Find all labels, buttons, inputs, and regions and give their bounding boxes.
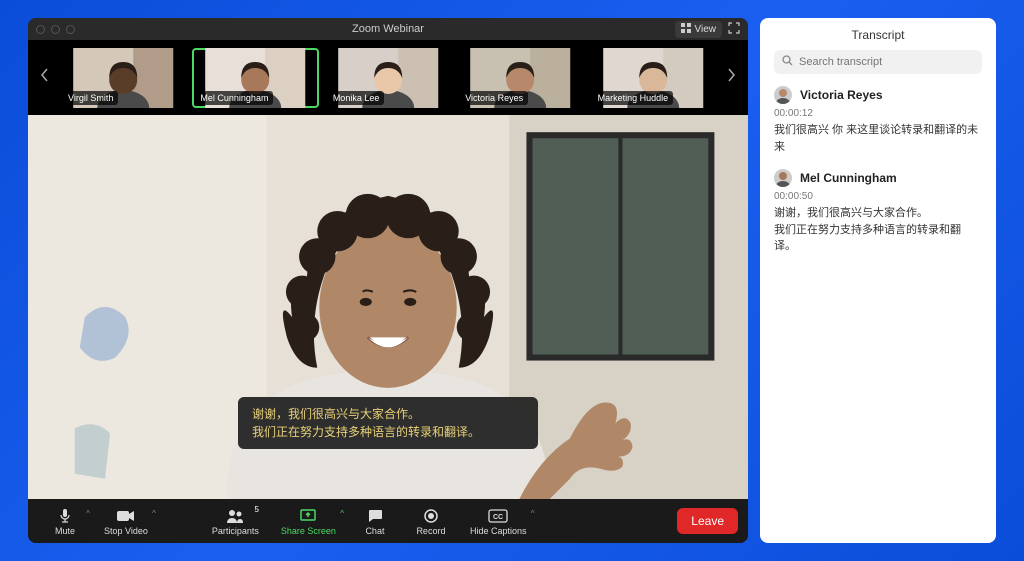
- participant-name: Monika Lee: [328, 91, 385, 105]
- participant-name: Virgil Smith: [63, 91, 118, 105]
- speaker-name: Mel Cunningham: [800, 171, 897, 185]
- gallery-prev-button[interactable]: [36, 67, 54, 88]
- participant-thumb[interactable]: Marketing Huddle: [590, 48, 716, 108]
- titlebar: Zoom Webinar View: [28, 18, 748, 40]
- main-video: 谢谢，我们很高兴与大家合作。 我们正在努力支持多种语言的转录和翻译。: [28, 115, 748, 499]
- transcript-entry: Mel Cunningham 00:00:50 谢谢，我们很高兴与大家合作。我们…: [774, 169, 982, 255]
- leave-button[interactable]: Leave: [677, 508, 738, 534]
- chevron-up-icon[interactable]: ^: [86, 509, 90, 518]
- participant-thumb[interactable]: Monika Lee: [325, 48, 451, 108]
- chevron-up-icon[interactable]: ^: [340, 509, 344, 518]
- caption-box: 谢谢，我们很高兴与大家合作。 我们正在努力支持多种语言的转录和翻译。: [238, 397, 538, 449]
- chevron-up-icon[interactable]: ^: [531, 509, 535, 518]
- transcript-title: Transcript: [774, 28, 982, 42]
- avatar: [774, 169, 792, 187]
- people-icon: [226, 507, 244, 525]
- search-input[interactable]: [799, 56, 974, 68]
- search-icon: [782, 55, 793, 69]
- transcript-search[interactable]: [774, 50, 982, 74]
- transcript-panel: Transcript Victoria Reyes 00:00:12 我们很高兴…: [760, 18, 996, 543]
- participants-button[interactable]: Participants 5: [202, 505, 269, 538]
- gallery-next-button[interactable]: [722, 67, 740, 88]
- stop-video-button[interactable]: Stop Video ^: [94, 505, 158, 538]
- participant-name: Victoria Reyes: [460, 91, 528, 105]
- participant-thumb[interactable]: Mel Cunningham: [192, 48, 318, 108]
- captions-icon: CC: [488, 507, 508, 525]
- transcript-text: 我们很高兴 你 来这里谈论转录和翻译的未来: [774, 122, 982, 155]
- participant-name: Marketing Huddle: [593, 91, 674, 105]
- caption-line-2: 我们正在努力支持多种语言的转录和翻译。: [252, 423, 524, 441]
- chat-button[interactable]: Chat: [348, 505, 402, 538]
- transcript-text: 谢谢，我们很高兴与大家合作。我们正在努力支持多种语言的转录和翻译。: [774, 205, 982, 255]
- participants-count: 5: [252, 505, 260, 514]
- share-icon: [300, 507, 316, 525]
- svg-text:CC: CC: [493, 514, 503, 521]
- timestamp: 00:00:12: [774, 108, 982, 119]
- zoom-window: Zoom Webinar View Virgil Smith: [28, 18, 748, 543]
- participant-name: Mel Cunningham: [195, 91, 273, 105]
- timestamp: 00:00:50: [774, 191, 982, 202]
- caption-line-1: 谢谢，我们很高兴与大家合作。: [252, 405, 524, 423]
- hide-captions-button[interactable]: CC Hide Captions ^: [460, 505, 537, 538]
- record-icon: [424, 507, 438, 525]
- toolbar: Mute ^ Stop Video ^ Participants 5 Share…: [28, 499, 748, 543]
- microphone-icon: [58, 507, 72, 525]
- mute-button[interactable]: Mute ^: [38, 505, 92, 538]
- chat-icon: [367, 507, 383, 525]
- avatar: [774, 86, 792, 104]
- participant-thumb[interactable]: Victoria Reyes: [457, 48, 583, 108]
- speaker-name: Victoria Reyes: [800, 88, 883, 102]
- participant-thumb[interactable]: Virgil Smith: [60, 48, 186, 108]
- participant-gallery: Virgil Smith Mel Cunningham Monika Lee V…: [28, 40, 748, 115]
- video-icon: [117, 507, 135, 525]
- transcript-entry: Victoria Reyes 00:00:12 我们很高兴 你 来这里谈论转录和…: [774, 86, 982, 155]
- window-title: Zoom Webinar: [28, 23, 748, 35]
- share-screen-button[interactable]: Share Screen ^: [271, 505, 346, 538]
- record-button[interactable]: Record: [404, 505, 458, 538]
- chevron-up-icon[interactable]: ^: [152, 509, 156, 518]
